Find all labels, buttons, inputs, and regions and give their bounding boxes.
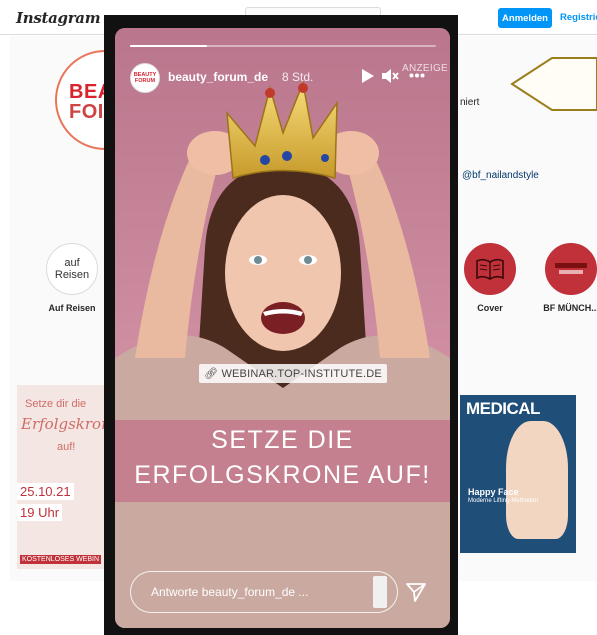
reply-placeholder: Antworte beauty_forum_de ...	[151, 585, 309, 599]
highlight-cover: auf Reisen	[46, 243, 98, 295]
highlight-auf-reisen[interactable]: auf Reisen Auf Reisen	[37, 243, 107, 313]
post-time: 19 Uhr	[17, 504, 63, 521]
reply-scrollbar[interactable]	[373, 576, 387, 608]
instagram-logo[interactable]: Instagram	[16, 9, 101, 27]
book-icon	[464, 243, 516, 295]
highlight-bf-muenchen[interactable]: BF MÜNCH...	[536, 243, 597, 313]
story-photo	[115, 28, 450, 628]
post-date: 25.10.21	[17, 483, 74, 500]
highlight-label: BF MÜNCH...	[543, 303, 597, 313]
story-avatar[interactable]: BEAUTY FORUM	[130, 63, 160, 93]
story-headline-line1: SETZE DIE	[211, 426, 354, 454]
story-headline-line2: ERFOLGSKRONE AUF!	[134, 461, 431, 489]
highlight-label: Cover	[477, 303, 503, 313]
brand-logo-icon	[545, 243, 597, 295]
highlight-label: Auf Reisen	[48, 303, 96, 313]
more-icon[interactable]	[409, 73, 425, 78]
play-icon[interactable]	[361, 68, 375, 84]
register-link[interactable]: Registrie	[560, 12, 597, 23]
post-text: auf!	[57, 441, 76, 453]
story-progress-bar	[130, 45, 436, 47]
post-text: Setze dir die	[25, 398, 87, 410]
arrow-graphic	[510, 57, 597, 111]
send-icon[interactable]	[405, 581, 427, 603]
magazine-title: MEDICAL	[466, 399, 540, 418]
magazine-subline: Moderne Lifting-Methoden	[468, 498, 539, 504]
story-reply-input[interactable]: Antworte beauty_forum_de ...	[130, 571, 398, 613]
story-card[interactable]: BEAUTY FORUM beauty_forum_de 8 Std. ANZE…	[115, 28, 450, 628]
profile-bio-text: niert	[460, 97, 480, 108]
magazine-cover-photo	[506, 421, 568, 539]
story-username[interactable]: beauty_forum_de	[168, 70, 268, 84]
post-banner: KOSTENLOSES WEBIN	[20, 555, 102, 564]
highlight-cover-item[interactable]: Cover	[455, 243, 525, 313]
profile-bio-link[interactable]: @bf_nailandstyle	[462, 170, 539, 181]
login-button[interactable]: Anmelden	[498, 8, 552, 28]
post-thumbnail-magazine[interactable]: MEDICAL Happy Face Moderne Lifting-Metho…	[460, 395, 576, 553]
magazine-headline: Happy Face	[468, 487, 519, 497]
mute-icon[interactable]	[381, 67, 399, 85]
story-progress-fill	[130, 45, 207, 47]
link-icon: 🔗︎	[204, 368, 219, 380]
story-timestamp: 8 Std.	[282, 70, 314, 84]
story-link-label: WEBINAR.TOP-INSTITUTE.DE	[221, 368, 382, 380]
post-thumbnail-webinar[interactable]: Setze dir die Erfolgskrone auf! 25.10.21…	[17, 385, 112, 569]
story-link-sticker[interactable]: 🔗︎ WEBINAR.TOP-INSTITUTE.DE	[199, 364, 387, 383]
post-text: Erfolgskrone	[21, 415, 112, 433]
story-avatar-text: BEAUTY FORUM	[133, 72, 157, 84]
